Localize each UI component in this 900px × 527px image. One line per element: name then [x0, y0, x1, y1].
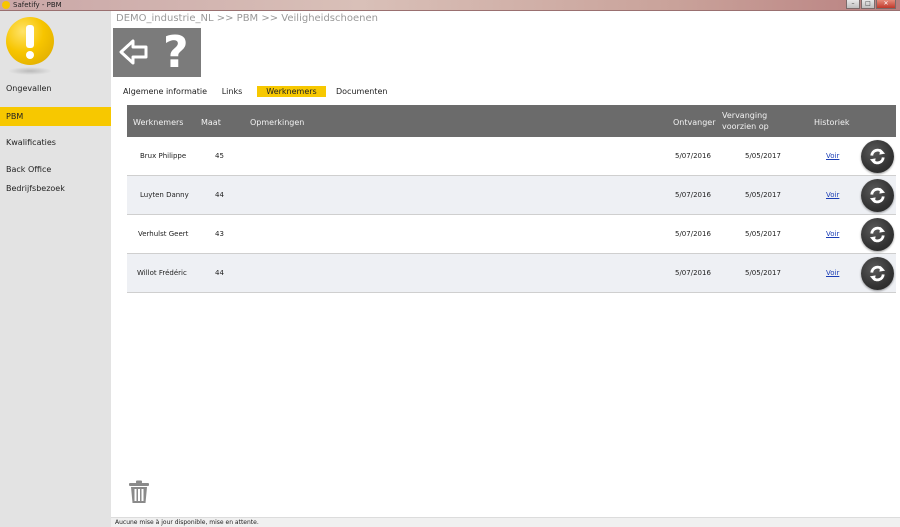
tab-algemene-informatie[interactable]: Algemene informatie — [123, 86, 207, 97]
cell-maat: 44 — [215, 191, 224, 199]
refresh-icon — [869, 226, 886, 243]
sidebar-item-kwalificaties[interactable]: Kwalificaties — [0, 133, 111, 152]
table-row[interactable]: Willot Frédéric 44 5/07/2016 5/05/2017 V… — [127, 254, 896, 293]
cell-ontvanger: 5/07/2016 — [675, 152, 711, 160]
employees-table: Werknemers Maat Opmerkingen Ontvanger Ve… — [127, 105, 896, 293]
column-header-vervanging-line2[interactable]: voorzien op — [722, 122, 769, 132]
column-header-ontvanger[interactable]: Ontvanger — [673, 118, 716, 128]
historiek-link[interactable]: Voir — [826, 269, 839, 277]
cell-werknemer: Luyten Danny — [140, 191, 189, 199]
column-header-opmerkingen[interactable]: Opmerkingen — [250, 118, 304, 128]
column-header-historiek[interactable]: Historiek — [814, 118, 850, 128]
toolbar: ? — [113, 28, 201, 77]
refresh-button[interactable] — [861, 257, 894, 290]
table-row[interactable]: Brux Philippe 45 5/07/2016 5/05/2017 Voi… — [127, 137, 896, 176]
breadcrumb: DEMO_industrie_NL >> PBM >> Veiligheidsc… — [116, 13, 378, 24]
app-icon — [2, 1, 10, 9]
window-controls: – □ ✕ — [845, 0, 896, 9]
logo-shadow — [8, 67, 52, 75]
back-arrow-icon[interactable] — [119, 38, 149, 66]
cell-werknemer: Verhulst Geert — [138, 230, 189, 238]
cell-maat: 43 — [215, 230, 224, 238]
cell-werknemer: Brux Philippe — [140, 152, 187, 160]
historiek-link[interactable]: Voir — [826, 230, 839, 238]
refresh-icon — [869, 148, 886, 165]
sidebar-item-ongevallen[interactable]: Ongevallen — [0, 79, 111, 98]
cell-vervanging: 5/05/2017 — [745, 191, 781, 199]
cell-vervanging: 5/05/2017 — [745, 230, 781, 238]
maximize-button[interactable]: □ — [861, 0, 875, 9]
tab-documenten[interactable]: Documenten — [336, 86, 387, 97]
table-row[interactable]: Verhulst Geert 43 5/07/2016 5/05/2017 Vo… — [127, 215, 896, 254]
tab-links[interactable]: Links — [219, 86, 245, 97]
column-header-werknemers[interactable]: Werknemers — [133, 118, 183, 128]
table-row[interactable]: Luyten Danny 44 5/07/2016 5/05/2017 Voir — [127, 176, 896, 215]
tab-werknemers[interactable]: Werknemers — [257, 86, 326, 97]
logo-dot — [26, 51, 34, 59]
help-button[interactable]: ? — [163, 28, 189, 77]
trash-icon[interactable] — [128, 480, 150, 504]
refresh-button[interactable] — [861, 218, 894, 251]
refresh-button[interactable] — [861, 179, 894, 212]
sidebar-item-back-office-bedrijfsbezoek[interactable]: Back Office Bedrijfsbezoek — [0, 160, 111, 193]
cell-ontvanger: 5/07/2016 — [675, 230, 711, 238]
cell-ontvanger: 5/07/2016 — [675, 191, 711, 199]
exclamation-icon — [6, 17, 54, 65]
sidebar: Ongevallen PBM Kwalificaties Back Office… — [0, 11, 111, 527]
refresh-icon — [869, 187, 886, 204]
refresh-icon — [869, 265, 886, 282]
cell-vervanging: 5/05/2017 — [745, 269, 781, 277]
historiek-link[interactable]: Voir — [826, 191, 839, 199]
table-header: Werknemers Maat Opmerkingen Ontvanger Ve… — [127, 105, 896, 137]
status-bar: Aucune mise à jour disponible, mise en a… — [111, 517, 900, 527]
historiek-link[interactable]: Voir — [826, 152, 839, 160]
cell-maat: 44 — [215, 269, 224, 277]
refresh-button[interactable] — [861, 140, 894, 173]
column-header-vervanging-line1[interactable]: Vervanging — [722, 111, 767, 121]
minimize-button[interactable]: – — [846, 0, 860, 9]
sidebar-item-pbm[interactable]: PBM — [0, 107, 111, 126]
cell-werknemer: Willot Frédéric — [137, 269, 187, 277]
window-title: Safetify - PBM — [13, 1, 62, 9]
close-button[interactable]: ✕ — [876, 0, 896, 9]
window-titlebar: Safetify - PBM – □ ✕ — [0, 0, 900, 11]
logo-bar — [26, 25, 34, 48]
cell-vervanging: 5/05/2017 — [745, 152, 781, 160]
column-header-maat[interactable]: Maat — [201, 118, 221, 128]
cell-ontvanger: 5/07/2016 — [675, 269, 711, 277]
cell-maat: 45 — [215, 152, 224, 160]
